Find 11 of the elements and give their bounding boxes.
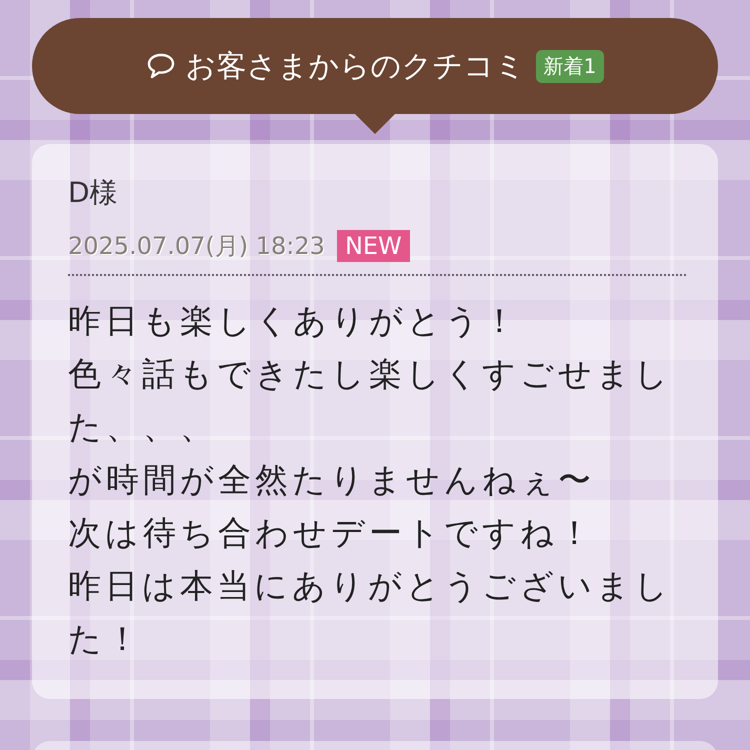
speech-bubble-icon: [146, 52, 176, 80]
review-message-line: 色々話もできたし楽しくすごせました、、、: [68, 353, 673, 448]
review-message-line: 昨日も楽しくありがとう！: [68, 300, 521, 342]
review-message-line: 次は待ち合わせデートですね！: [68, 512, 596, 554]
new-count-badge: 新着1: [536, 50, 604, 82]
review-date: 2025.07.07(月) 18:23: [68, 231, 325, 262]
reviewer-name: D様: [68, 175, 119, 211]
review-message-line: が時間が全然たりませんねぇ〜: [68, 459, 596, 501]
review-message-line: 昨日は本当にありがとうございました！: [68, 565, 673, 660]
section-title: お客さまからのクチコミ: [186, 48, 526, 86]
new-badge: NEW: [336, 230, 410, 262]
